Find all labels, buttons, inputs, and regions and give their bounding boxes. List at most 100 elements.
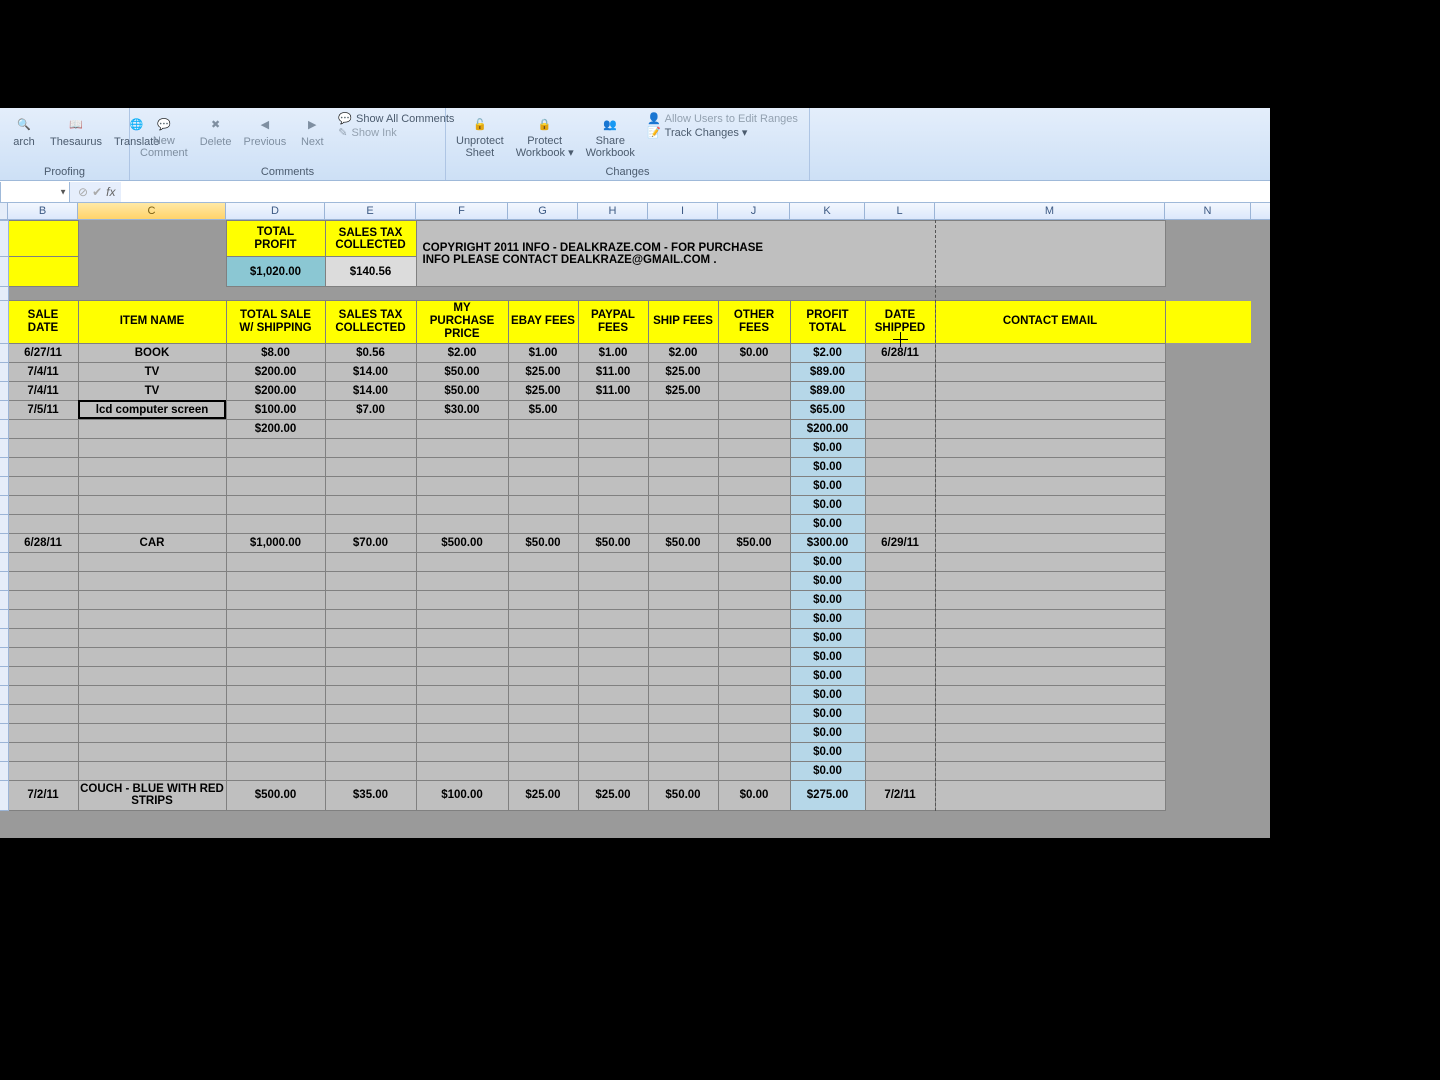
- cell[interactable]: [78, 647, 226, 666]
- cell[interactable]: [325, 761, 416, 780]
- select-all-corner[interactable]: [0, 203, 8, 219]
- cell[interactable]: [508, 552, 578, 571]
- cell[interactable]: [78, 476, 226, 495]
- delete-comment-button[interactable]: ✖Delete: [196, 110, 236, 150]
- cell[interactable]: [578, 552, 648, 571]
- cell[interactable]: [508, 476, 578, 495]
- cell[interactable]: [78, 457, 226, 476]
- cell[interactable]: $0.56: [325, 343, 416, 362]
- show-all-comments-button[interactable]: 💬Show All Comments: [338, 112, 454, 125]
- cell[interactable]: [578, 666, 648, 685]
- cell[interactable]: [416, 685, 508, 704]
- cell[interactable]: $25.00: [648, 381, 718, 400]
- cell[interactable]: $2.00: [648, 343, 718, 362]
- cell[interactable]: $14.00: [325, 381, 416, 400]
- cell[interactable]: [718, 685, 790, 704]
- cell[interactable]: [648, 571, 718, 590]
- cell[interactable]: [508, 514, 578, 533]
- cell[interactable]: [935, 571, 1165, 590]
- cell[interactable]: $50.00: [416, 381, 508, 400]
- cell[interactable]: [226, 761, 325, 780]
- fx-icon[interactable]: fx: [106, 185, 115, 199]
- cell[interactable]: [226, 552, 325, 571]
- cell[interactable]: [325, 685, 416, 704]
- cell[interactable]: [718, 647, 790, 666]
- cell[interactable]: [416, 590, 508, 609]
- cell[interactable]: $500.00: [416, 533, 508, 552]
- cell[interactable]: $1.00: [578, 343, 648, 362]
- cell[interactable]: [648, 400, 718, 419]
- cell[interactable]: [508, 419, 578, 438]
- cell[interactable]: [325, 514, 416, 533]
- cell[interactable]: [325, 666, 416, 685]
- cell[interactable]: [416, 761, 508, 780]
- cell[interactable]: [578, 457, 648, 476]
- cell[interactable]: [648, 609, 718, 628]
- cell[interactable]: [508, 457, 578, 476]
- cell[interactable]: $35.00: [325, 780, 416, 810]
- cell[interactable]: $100.00: [226, 400, 325, 419]
- cell[interactable]: [865, 647, 935, 666]
- share-workbook-button[interactable]: 👥ShareWorkbook: [582, 110, 639, 161]
- cell[interactable]: $89.00: [790, 381, 865, 400]
- cell[interactable]: [578, 495, 648, 514]
- cell[interactable]: [935, 742, 1165, 761]
- cell[interactable]: [78, 571, 226, 590]
- cell[interactable]: [78, 514, 226, 533]
- cell[interactable]: [78, 419, 226, 438]
- cell[interactable]: $0.00: [718, 343, 790, 362]
- cell[interactable]: [416, 647, 508, 666]
- cell[interactable]: $0.00: [718, 780, 790, 810]
- cell[interactable]: $200.00: [226, 381, 325, 400]
- cell[interactable]: $89.00: [790, 362, 865, 381]
- cell[interactable]: [935, 476, 1165, 495]
- allow-edit-ranges-button[interactable]: 👤Allow Users to Edit Ranges: [647, 112, 798, 125]
- cell[interactable]: [78, 666, 226, 685]
- cell[interactable]: [718, 381, 790, 400]
- cell[interactable]: [8, 514, 78, 533]
- cell[interactable]: [8, 495, 78, 514]
- cell[interactable]: [865, 362, 935, 381]
- cell[interactable]: [8, 761, 78, 780]
- cell[interactable]: [935, 685, 1165, 704]
- cell[interactable]: $275.00: [790, 780, 865, 810]
- cell[interactable]: [865, 457, 935, 476]
- cell[interactable]: [648, 761, 718, 780]
- cell[interactable]: [416, 552, 508, 571]
- cell[interactable]: [78, 609, 226, 628]
- cell[interactable]: [935, 400, 1165, 419]
- cell[interactable]: [416, 457, 508, 476]
- cell[interactable]: [78, 628, 226, 647]
- cell[interactable]: $0.00: [790, 571, 865, 590]
- cell[interactable]: $100.00: [416, 780, 508, 810]
- cell[interactable]: $50.00: [416, 362, 508, 381]
- cell[interactable]: [865, 609, 935, 628]
- cell[interactable]: [226, 495, 325, 514]
- cell[interactable]: [865, 628, 935, 647]
- cell[interactable]: 6/27/11: [8, 343, 78, 362]
- column-header-J[interactable]: J: [718, 203, 790, 219]
- cell[interactable]: [718, 362, 790, 381]
- column-header-F[interactable]: F: [416, 203, 508, 219]
- cell[interactable]: [325, 590, 416, 609]
- cell[interactable]: [648, 628, 718, 647]
- cell[interactable]: [226, 438, 325, 457]
- cell[interactable]: [226, 666, 325, 685]
- track-changes-button[interactable]: 📝Track Changes ▾: [647, 126, 798, 139]
- cell[interactable]: [865, 761, 935, 780]
- cell[interactable]: $25.00: [508, 362, 578, 381]
- cell[interactable]: [78, 742, 226, 761]
- cell[interactable]: $200.00: [226, 419, 325, 438]
- cell[interactable]: [578, 628, 648, 647]
- cell[interactable]: [416, 704, 508, 723]
- cell[interactable]: [508, 666, 578, 685]
- cell[interactable]: [718, 704, 790, 723]
- cell[interactable]: [935, 438, 1165, 457]
- cell[interactable]: [935, 514, 1165, 533]
- cell[interactable]: [416, 476, 508, 495]
- cell[interactable]: 6/28/11: [8, 533, 78, 552]
- cell[interactable]: [648, 457, 718, 476]
- cell[interactable]: [226, 514, 325, 533]
- next-comment-button[interactable]: ▶Next: [294, 110, 330, 150]
- cell[interactable]: [578, 685, 648, 704]
